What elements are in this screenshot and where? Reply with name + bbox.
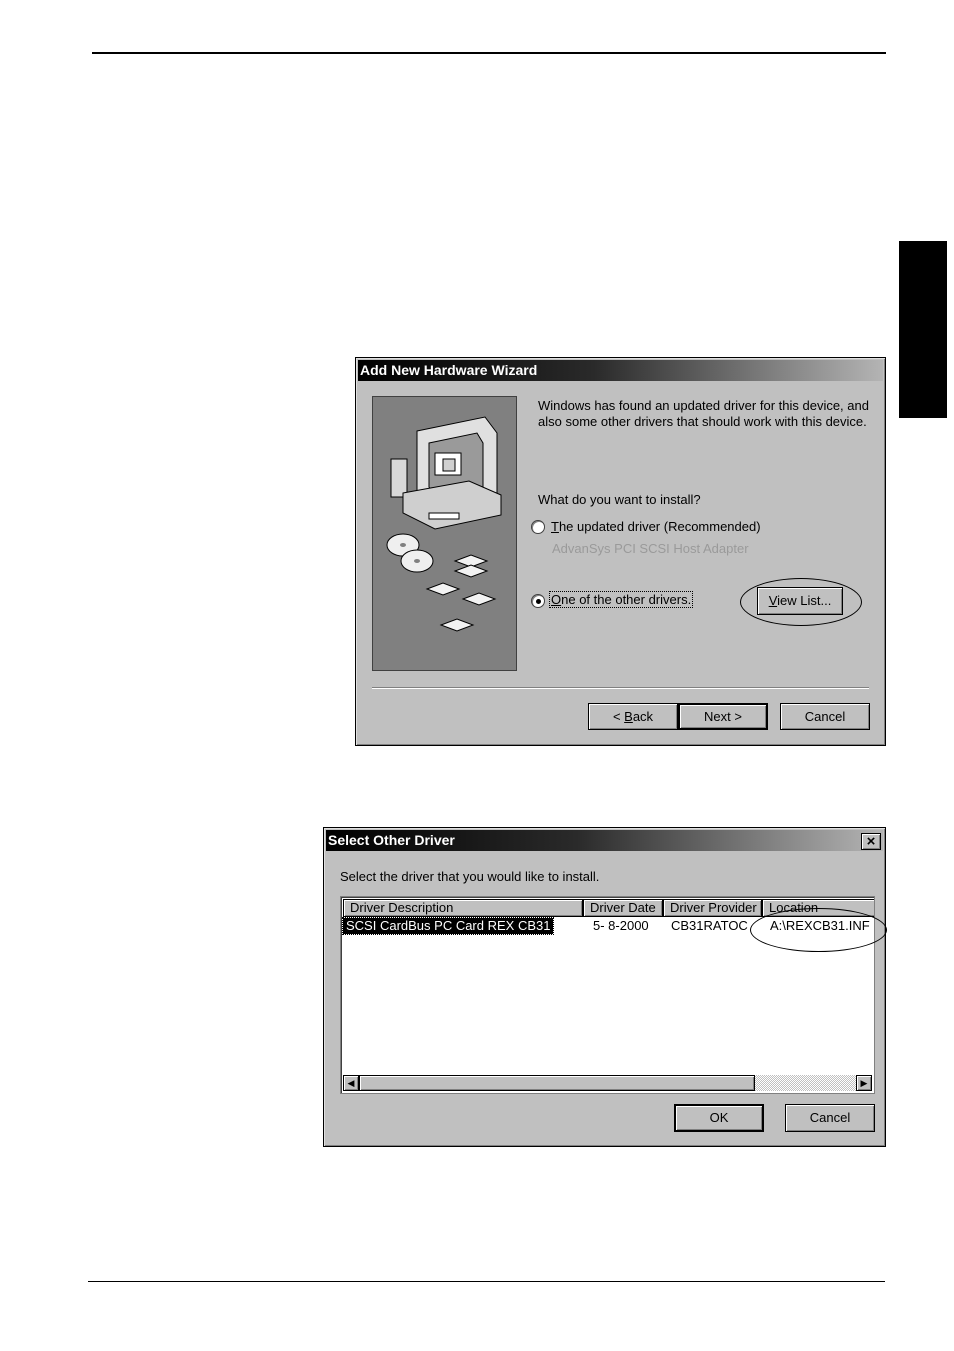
- location-highlight-circle: [750, 908, 887, 952]
- next-button[interactable]: Next >: [678, 703, 768, 730]
- computer-and-disks-icon: [386, 416, 502, 632]
- driver-date-cell: 5- 8-2000: [593, 918, 649, 933]
- wizard-message-line-2: also some other drivers that should work…: [538, 414, 867, 429]
- view-list-highlight-circle: [740, 578, 862, 626]
- other-drivers-radio[interactable]: [531, 594, 545, 608]
- horizontal-scrollbar[interactable]: ◀ ▶: [343, 1075, 872, 1091]
- close-icon[interactable]: ×: [861, 833, 881, 850]
- wizard-message-line-1: Windows has found an updated driver for …: [538, 398, 869, 413]
- wizard-cancel-button[interactable]: Cancel: [780, 703, 870, 730]
- other-drivers-label[interactable]: One of the other drivers.: [548, 591, 694, 608]
- column-header-date[interactable]: Driver Date: [583, 899, 663, 917]
- updated-driver-label[interactable]: The updated driver (Recommended): [551, 519, 761, 534]
- select-driver-cancel-button[interactable]: Cancel: [785, 1104, 875, 1132]
- wizard-illustration: [372, 396, 517, 671]
- wizard-separator: [372, 687, 869, 689]
- add-new-hardware-wizard-dialog: Add New Hardware Wizard Windows has foun…: [355, 357, 886, 746]
- install-question: What do you want to install?: [538, 492, 701, 507]
- chapter-tab-marker: [899, 241, 947, 418]
- select-other-driver-dialog: Select Other Driver × Select the driver …: [323, 827, 887, 1147]
- header-rule: [92, 52, 886, 54]
- column-header-provider[interactable]: Driver Provider: [663, 899, 762, 917]
- footer-rule: [88, 1281, 885, 1282]
- back-button[interactable]: < Back: [588, 703, 678, 730]
- select-driver-instruction: Select the driver that you would like to…: [340, 869, 600, 884]
- driver-provider-cell: CB31RATOC: [671, 918, 748, 933]
- updated-driver-name: AdvanSys PCI SCSI Host Adapter: [552, 541, 749, 556]
- scroll-left-icon[interactable]: ◀: [343, 1075, 359, 1091]
- select-driver-title: Select Other Driver: [326, 830, 883, 851]
- ok-button[interactable]: OK: [674, 1104, 764, 1132]
- driver-description-cell: SCSI CardBus PC Card REX CB31: [341, 917, 555, 935]
- scrollbar-thumb[interactable]: [359, 1075, 755, 1091]
- updated-driver-radio[interactable]: [531, 520, 545, 534]
- column-header-description[interactable]: Driver Description: [343, 899, 583, 917]
- wizard-title: Add New Hardware Wizard: [358, 360, 883, 381]
- scroll-right-icon[interactable]: ▶: [856, 1075, 872, 1091]
